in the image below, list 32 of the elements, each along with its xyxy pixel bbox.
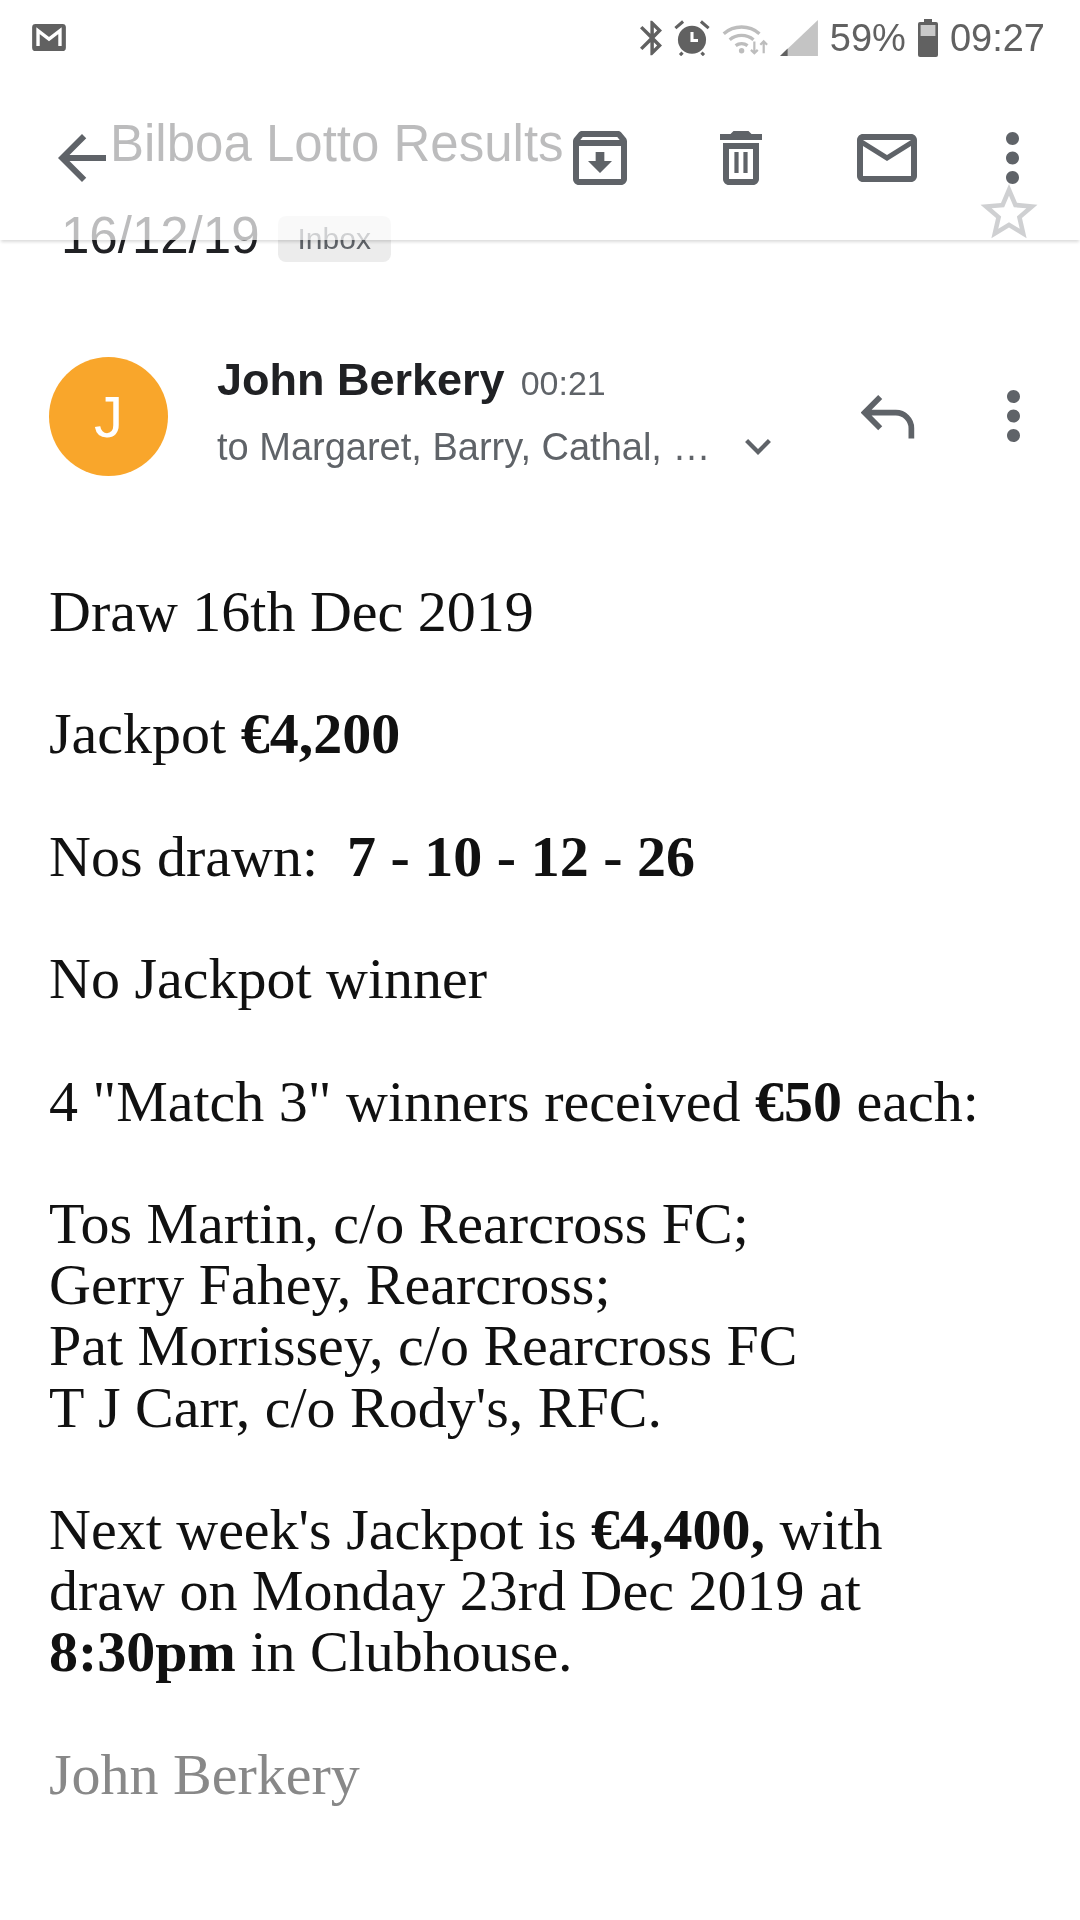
body-paragraph: Next week's Jackpot is €4,400, with draw on Monday 23rd Dec 2019 at 8:30pm in Clubhouse.: [49, 1498, 884, 1683]
chevron-down-icon: [745, 439, 772, 455]
signature-text: John Berkery: [49, 1743, 360, 1805]
body-line: Tos Martin, c/o Rearcross FC;: [49, 1192, 749, 1255]
alarm-clock-icon: [673, 19, 710, 56]
back-arrow-icon[interactable]: [58, 133, 106, 182]
message-time: 00:21: [520, 364, 606, 403]
battery-icon: [917, 18, 938, 57]
body-paragraph: Jackpot €4,200: [49, 703, 401, 765]
body-paragraph: Draw 16th Dec 2019: [49, 581, 534, 643]
bluetooth-icon: [639, 19, 662, 56]
archive-icon[interactable]: [573, 130, 627, 185]
status-time: 09:27: [949, 15, 1045, 60]
subject-title: 16/12/19: [61, 206, 260, 266]
more-icon[interactable]: [1006, 131, 1019, 184]
avatar: J: [49, 356, 168, 476]
body-paragraph: No Jackpot winner: [49, 948, 488, 1010]
body-paragraph: Nos drawn: 7 - 10 - 12 - 26: [49, 825, 695, 887]
body-paragraph: 4 "Match 3" winners received €50 each:: [49, 1070, 979, 1132]
body-line: Gerry Fahey, Rearcross;: [49, 1254, 611, 1316]
signal-icon: [779, 19, 818, 56]
envelope-icon: [32, 24, 66, 51]
body-line: T J Carr, c/o Rody's, RFC.: [49, 1376, 662, 1438]
sender-name: John Berkery: [217, 354, 505, 406]
envelope-icon[interactable]: [857, 133, 917, 182]
subject-title: Bilboa Lotto Results: [110, 114, 564, 174]
trash-icon[interactable]: [720, 130, 762, 185]
recipients-text: to Margaret, Barry, Cathal, …: [217, 425, 711, 469]
reply-arrow-icon: [861, 393, 915, 439]
body-line: Pat Morrissey, c/o Rearcross FC: [49, 1315, 798, 1377]
battery-percent: 59%: [829, 15, 906, 60]
more-icon: [1006, 390, 1020, 442]
